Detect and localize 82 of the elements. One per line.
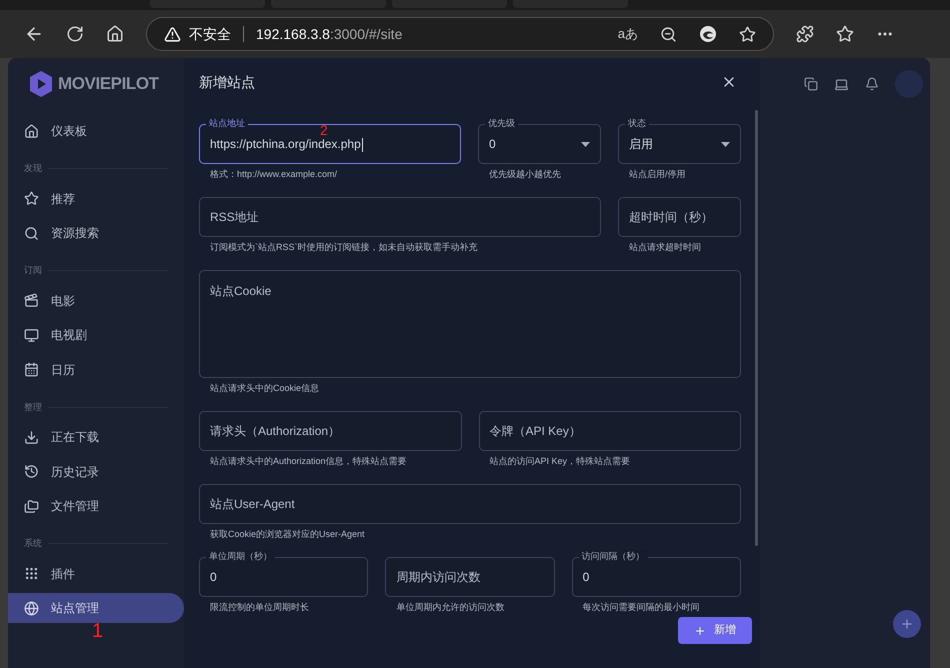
dropdown-caret-icon	[581, 142, 590, 146]
sidebar-item[interactable]: 站点管理	[8, 593, 184, 623]
field-placeholder: 站点User-Agent	[210, 496, 296, 513]
favorites-icon[interactable]	[836, 25, 854, 43]
sidebar-item[interactable]: 插件	[8, 558, 184, 588]
sidebar-item[interactable]: 仪表板	[8, 116, 184, 146]
plus-icon	[694, 624, 706, 636]
field-hint: 限流控制的单位周期时长	[210, 601, 310, 614]
field-hint: 优先级越小越优先	[489, 168, 562, 181]
sidebar-item[interactable]: 历史记录	[8, 456, 184, 486]
section-heading: 整理	[24, 400, 42, 414]
copy-icon[interactable]	[804, 77, 818, 91]
folders-icon	[24, 498, 39, 514]
sidebar-item[interactable]: 正在下载	[8, 422, 184, 452]
scrollbar[interactable]	[755, 110, 758, 546]
field-label: 单位周期（秒）	[206, 550, 275, 562]
dropdown-caret-icon	[721, 142, 730, 146]
field-hint: 站点的访问API Key，特殊站点需要	[490, 455, 632, 468]
sidebar-item[interactable]: 日历	[8, 354, 184, 384]
sidebar-item[interactable]: 电视剧	[8, 320, 184, 350]
logo-text: MOVIEPILOT	[58, 73, 159, 96]
laptop-icon[interactable]	[834, 76, 849, 92]
clapperboard-icon	[24, 293, 39, 308]
globe-icon	[24, 600, 39, 616]
annotation-number: 1	[92, 620, 104, 642]
field-label: 状态	[625, 117, 649, 129]
extensions-icon[interactable]	[796, 25, 814, 43]
add-button[interactable]: 新增	[678, 617, 752, 644]
house-icon	[24, 124, 39, 138]
sidebar-item[interactable]: 文件管理	[8, 491, 184, 521]
star-icon	[24, 191, 39, 206]
field-hint: 获取Cookie的浏览器对应的User-Agent	[210, 528, 366, 541]
field-hint: 站点启用/停用	[629, 168, 687, 181]
field-label: 访问间隔（秒）	[578, 550, 648, 562]
field-hint: 单位周期内允许的访问次数	[396, 601, 506, 614]
field-hint: 站点请求超时时间	[629, 241, 702, 254]
reload-icon[interactable]	[66, 25, 84, 43]
read-aloud-icon[interactable]: aあ	[618, 24, 638, 44]
zoom-out-icon[interactable]	[660, 26, 677, 42]
logo-icon	[28, 70, 54, 98]
field-value: 0	[582, 569, 590, 586]
security-label: 不安全	[189, 24, 231, 44]
history-icon	[24, 464, 39, 479]
bell-icon[interactable]	[865, 77, 879, 91]
search-icon	[24, 226, 39, 240]
add-fab[interactable]	[893, 610, 921, 638]
field-placeholder: 周期内访问次数	[396, 569, 482, 586]
field-placeholder: 站点Cookie	[210, 283, 272, 300]
field-placeholder: 请求头（Authorization）	[210, 423, 342, 440]
home-icon[interactable]	[106, 25, 124, 43]
field-placeholder: RSS地址	[210, 209, 260, 226]
address-bar[interactable]: 不安全 192.168.3.8:3000/#/site aあ	[146, 17, 774, 51]
grid-icon	[24, 566, 39, 581]
swirl-icon[interactable]	[699, 25, 717, 43]
field-value: 0	[210, 569, 218, 586]
section-heading: 订阅	[24, 264, 42, 277]
url-text: 192.168.3.8:3000/#/site	[256, 24, 402, 44]
monitor-icon	[24, 328, 39, 342]
sidebar-item[interactable]: 推荐	[8, 184, 184, 214]
field-hint: 站点请求头中的Cookie信息	[210, 382, 320, 395]
field-value: 启用	[629, 136, 654, 153]
warning-icon	[164, 26, 181, 42]
field-value: https://ptchina.org/index.php	[210, 136, 364, 153]
annotation-number: 2	[320, 124, 328, 137]
field-value: 0	[489, 136, 497, 153]
field-hint: 站点请求头中的Authorization信息，特殊站点需要	[210, 455, 408, 468]
plus-icon	[900, 617, 914, 631]
download-icon	[24, 430, 39, 444]
field-label: 站点地址	[206, 117, 248, 129]
field-hint: 每次访问需要间隔的最小时间	[582, 601, 701, 614]
section-heading: 发现	[24, 162, 42, 175]
field-placeholder: 超时时间（秒）	[629, 209, 714, 226]
sidebar-item[interactable]: 资源搜索	[8, 218, 184, 248]
field-hint: 订阅模式为`站点RSS`时使用的订阅链接，如未自动获取需手动补充	[210, 241, 478, 254]
dialog-title: 新增站点	[199, 72, 255, 92]
calendar-icon	[24, 362, 39, 377]
sidebar-item[interactable]: 电影	[8, 286, 184, 316]
field-hint: 格式：http://www.example.com/	[210, 168, 338, 181]
favorite-star-icon[interactable]	[739, 26, 756, 42]
section-heading: 系统	[24, 537, 42, 550]
field-placeholder: 令牌（API Key）	[490, 423, 582, 440]
field-label: 优先级	[485, 117, 518, 129]
